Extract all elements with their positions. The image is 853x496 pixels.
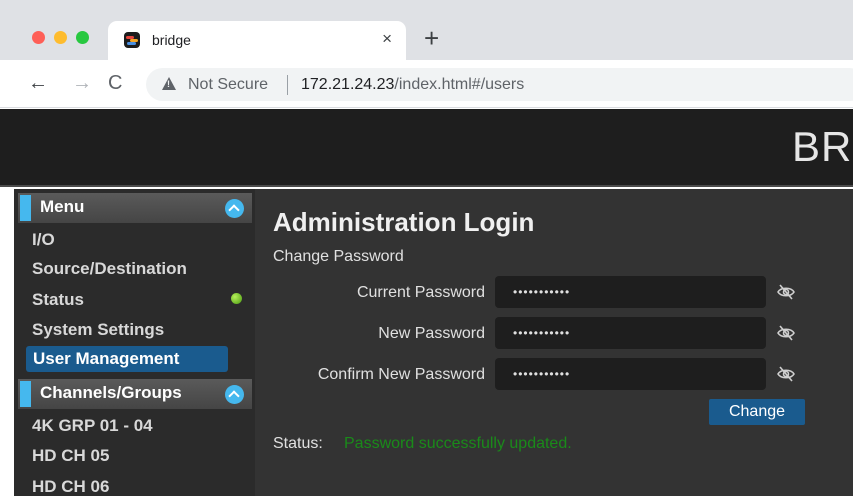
- status-message: Password successfully updated.: [344, 435, 572, 452]
- security-indicator[interactable]: Not Secure: [188, 76, 268, 94]
- sidebar-item-user-management[interactable]: User Management: [26, 346, 228, 372]
- sidebar-item-system-settings[interactable]: System Settings: [32, 320, 164, 340]
- channel-item[interactable]: HD CH 06: [32, 477, 109, 496]
- menu-section-header[interactable]: Menu: [18, 193, 252, 223]
- new-password-label: New Password: [378, 325, 485, 342]
- confirm-password-input[interactable]: [495, 358, 766, 390]
- status-label: Status:: [273, 435, 323, 452]
- new-password-input[interactable]: [495, 317, 766, 349]
- tab-close-icon[interactable]: ×: [382, 29, 392, 49]
- new-tab-button[interactable]: +: [424, 25, 439, 51]
- sidebar-item-io[interactable]: I/O: [32, 230, 55, 250]
- brand-logo: BR: [792, 123, 853, 170]
- sidebar: Menu I/O Source/Destination Status Syste…: [14, 189, 255, 496]
- eye-slash-icon[interactable]: [776, 284, 796, 300]
- minimize-window-button[interactable]: [54, 31, 67, 44]
- section-subtitle: Change Password: [273, 248, 404, 265]
- browser-tab[interactable]: bridge ×: [108, 21, 406, 60]
- tab-title: bridge: [152, 32, 191, 48]
- channels-title: Channels/Groups: [40, 383, 182, 402]
- app-header: BR: [0, 109, 853, 187]
- close-window-button[interactable]: [32, 31, 45, 44]
- channels-section-header[interactable]: Channels/Groups: [18, 379, 252, 409]
- forward-button[interactable]: →: [72, 71, 92, 95]
- chevron-up-icon[interactable]: [225, 199, 244, 218]
- url-path: /index.html#/users: [394, 76, 525, 93]
- eye-slash-icon[interactable]: [776, 325, 796, 341]
- menu-title: Menu: [40, 197, 85, 216]
- sidebar-item-source-destination[interactable]: Source/Destination: [32, 259, 187, 279]
- browser-tabbar: bridge × +: [0, 0, 853, 60]
- section-marker: [20, 195, 31, 221]
- url-host: 172.21.24.23: [301, 76, 395, 93]
- status-indicator-icon: [231, 293, 242, 304]
- url-divider: [287, 75, 288, 95]
- current-password-input[interactable]: [495, 276, 766, 308]
- bridge-favicon-icon: [124, 32, 140, 48]
- confirm-password-label: Confirm New Password: [317, 366, 485, 383]
- browser-toolbar: ← → C Not Secure 172.21.24.23/index.html…: [0, 60, 853, 108]
- current-password-label: Current Password: [356, 284, 485, 301]
- reload-button[interactable]: C: [108, 71, 122, 95]
- page-title: Administration Login: [273, 207, 535, 237]
- maximize-window-button[interactable]: [76, 31, 89, 44]
- address-bar[interactable]: Not Secure 172.21.24.23/index.html#/user…: [146, 68, 853, 101]
- chevron-up-icon[interactable]: [225, 385, 244, 404]
- warning-icon[interactable]: [162, 77, 176, 90]
- change-button[interactable]: Change: [709, 399, 805, 425]
- eye-slash-icon[interactable]: [776, 366, 796, 382]
- channel-item[interactable]: HD CH 05: [32, 446, 109, 466]
- sidebar-item-status[interactable]: Status: [32, 290, 84, 310]
- back-button[interactable]: ←: [28, 71, 48, 95]
- url-text[interactable]: 172.21.24.23/index.html#/users: [301, 76, 524, 94]
- section-marker: [20, 381, 31, 407]
- channel-item[interactable]: 4K GRP 01 - 04: [32, 416, 153, 436]
- main-content: Administration Login Change Password Cur…: [255, 189, 853, 496]
